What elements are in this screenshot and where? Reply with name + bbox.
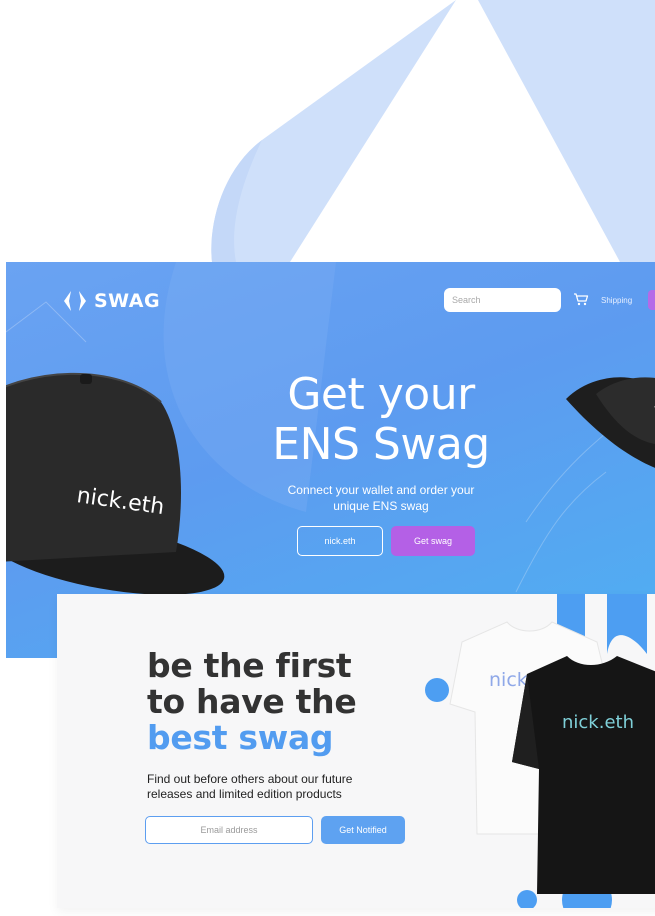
cap-right-image: nick [566, 377, 655, 468]
ens-logo-icon [64, 291, 86, 311]
get-notified-button[interactable]: Get Notified [321, 816, 405, 844]
black-shirt-text: nick.eth [562, 712, 634, 733]
hero-subtitle-line2: unique ENS swag [333, 499, 429, 513]
notify-desc-line2: releases and limited edition products [147, 787, 342, 801]
notify-title-line3: best swag [147, 718, 334, 757]
notify-title-line2: to have the [147, 682, 357, 721]
brand-logo[interactable]: SWAG [62, 290, 160, 312]
account-button[interactable] [648, 290, 655, 310]
tshirts-image: nick.e nick.eth [425, 594, 655, 908]
hero-subtitle-line1: Connect your wallet and order your [287, 483, 475, 497]
shipping-link[interactable]: Shipping [601, 296, 632, 305]
cap-left-image: nick.eth [6, 372, 225, 595]
hero-title-line2: ENS Swag [272, 419, 490, 470]
notify-title-line1: be the first [147, 646, 352, 685]
notify-title: be the first to have the best swag [147, 646, 357, 757]
brand-name: SWAG [94, 290, 161, 312]
notify-desc-line1: Find out before others about our future [147, 772, 353, 786]
hero-subtitle: Connect your wallet and order your uniqu… [266, 482, 496, 514]
email-input[interactable] [145, 816, 313, 844]
notify-description: Find out before others about our future … [147, 772, 377, 802]
hero-title-line1: Get your [287, 369, 475, 420]
name-button[interactable]: nick.eth [297, 526, 383, 556]
cart-icon[interactable] [573, 292, 589, 306]
notify-section: nick.e nick.eth be the first to have the… [57, 594, 655, 908]
search-input[interactable] [444, 288, 561, 312]
hero-title: Get your ENS Swag [246, 370, 516, 470]
get-swag-button[interactable]: Get swag [391, 526, 475, 556]
